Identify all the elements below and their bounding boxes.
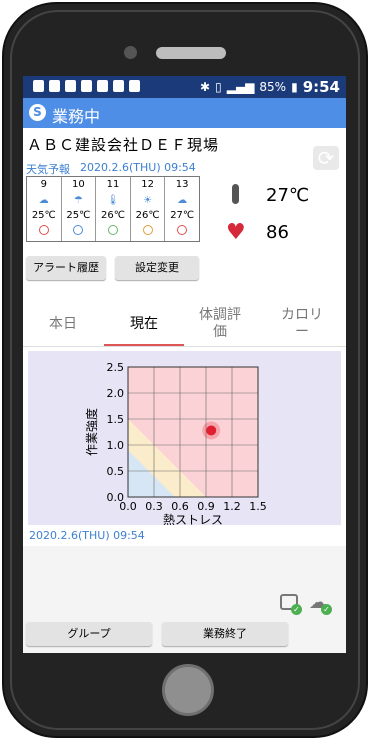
y-tick-label: 2.5: [107, 361, 125, 374]
app-title: 業務中: [52, 107, 101, 126]
cloud-check-icon: ✓: [321, 604, 332, 615]
forecast-table: 9 ☁ 25℃ 10 ☂ 25℃ 11 🌡 26℃ 12 ☀ 26℃ 13 ☁ 27℃: [26, 176, 200, 242]
vibrate-icon: ▯: [215, 80, 222, 94]
warning-icon: [113, 80, 124, 92]
thermometer-icon: 🌡: [106, 195, 120, 206]
forecast-timestamp: 2020.2.6(THU) 09:54: [80, 161, 196, 174]
forecast-day: 13 ☁ 27℃: [165, 177, 199, 241]
group-button[interactable]: グループ: [26, 622, 152, 646]
status-bar: ✱ ▯ ▂▄▆ 85% ▮ 9:54: [23, 76, 346, 98]
message-icon: [33, 80, 44, 92]
y-tick-label: 0.0: [107, 491, 125, 504]
y-tick-label: 2.0: [107, 387, 125, 400]
bluetooth-icon: ✱: [200, 80, 211, 94]
thermometer-icon: [232, 184, 239, 204]
forecast-day-number: 12: [141, 179, 154, 190]
heat-stress-chart: 0.0 0.3 0.6 0.9 1.2 1.50.00.51.01.52.02.5熱ストレ…: [84, 361, 267, 525]
condition-face-icon: [142, 225, 153, 235]
clock: 9:54: [302, 78, 340, 96]
battery-percent: 85%: [259, 80, 287, 94]
front-camera: [124, 46, 137, 59]
x-tick-label: 1.2: [223, 500, 241, 513]
cloud-icon: ☁: [38, 195, 49, 206]
tab-now[interactable]: 現在: [104, 302, 184, 346]
screenshot-icon: [65, 80, 76, 92]
x-tick-label: 0.9: [197, 500, 215, 513]
tab-calorie-label: カロリー: [281, 307, 323, 340]
end-work-button[interactable]: 業務終了: [162, 622, 288, 646]
bottom-panel: ✓ ☁ ✓ グループ 業務終了: [23, 546, 346, 653]
settings-change-button[interactable]: 設定変更: [115, 256, 199, 280]
y-tick-label: 1.5: [107, 413, 125, 426]
wearable-check-icon: ✓: [291, 604, 302, 615]
alert-history-button[interactable]: アラート履歴: [26, 256, 106, 280]
phone-screen: ✱ ▯ ▂▄▆ 85% ▮ 9:54 S 業務中 ＡＢＣ建設会社ＤＥＦ現場 ⟳ …: [23, 76, 346, 653]
forecast-day: 11 🌡 26℃: [96, 177, 131, 241]
y-tick-label: 0.5: [107, 465, 125, 478]
heart-rate-value: 86: [266, 222, 289, 243]
cloud-icon: ☁: [177, 195, 188, 206]
forecast-day: 10 ☂ 25℃: [62, 177, 97, 241]
site-name: ＡＢＣ建設会社ＤＥＦ現場: [27, 136, 220, 154]
card-icon: [129, 80, 140, 92]
notification-icons: [33, 80, 140, 92]
refresh-button[interactable]: ⟳: [313, 146, 339, 170]
shield-icon: [97, 80, 108, 92]
sim-icon: [49, 80, 60, 92]
data-point: [206, 425, 217, 436]
x-axis-label: 熱ストレス: [163, 513, 223, 525]
earpiece-speaker: [156, 47, 226, 59]
umbrella-icon: ☂: [73, 195, 83, 206]
heart-rate-icon: ♥: [226, 220, 246, 245]
chart-timestamp: 2020.2.6(THU) 09:54: [29, 529, 145, 542]
forecast-day: 9 ☁ 25℃: [27, 177, 62, 241]
condition-face-icon: [73, 225, 84, 235]
y-tick-label: 1.0: [107, 439, 125, 452]
tab-bar: 本日 現在 体調評価 カロリー: [23, 302, 346, 347]
forecast-day: 12 ☀ 26℃: [131, 177, 166, 241]
forecast-day-temp: 25℃: [66, 210, 91, 221]
status-right: ✱ ▯ ▂▄▆ 85% ▮ 9:54: [200, 78, 340, 96]
x-tick-label: 0.3: [145, 500, 163, 513]
x-tick-label: 1.5: [249, 500, 267, 513]
home-button[interactable]: [162, 664, 214, 716]
tab-condition[interactable]: 体調評価: [189, 302, 251, 346]
app-logo-icon: S: [29, 104, 46, 121]
forecast-day-temp: 26℃: [101, 210, 125, 221]
sun-icon: ☀: [143, 195, 153, 206]
forecast-day-temp: 26℃: [135, 210, 160, 221]
tab-calorie[interactable]: カロリー: [271, 302, 333, 346]
condition-face-icon: [177, 225, 188, 235]
forecast-label: 天気予報: [26, 163, 70, 176]
forecast-day-number: 13: [175, 179, 189, 190]
forecast-day-number: 10: [72, 179, 85, 190]
refresh-icon: ⟳: [317, 146, 335, 170]
x-tick-label: 0.6: [171, 500, 189, 513]
tab-condition-label: 体調評価: [199, 307, 241, 340]
condition-face-icon: [38, 225, 49, 235]
forecast-day-number: 9: [40, 179, 47, 190]
y-axis-label: 作業強度: [84, 408, 99, 456]
tab-today[interactable]: 本日: [23, 302, 103, 346]
active-tab-indicator: [104, 344, 184, 346]
forecast-day-number: 11: [106, 179, 120, 190]
signal-icon: ▂▄▆: [226, 80, 255, 94]
chart-panel: 0.0 0.3 0.6 0.9 1.2 1.5 0.0 0.5 1.0 1.5 2.0 2.5 熱ストレ…: [28, 351, 341, 525]
battery-icon: ▮: [291, 80, 298, 94]
app-bar: S 業務中: [23, 98, 346, 128]
forecast-day-temp: 25℃: [31, 210, 56, 221]
current-temperature: 27℃: [266, 185, 310, 206]
condition-face-icon: [107, 225, 118, 235]
media-icon: [81, 80, 92, 92]
forecast-day-temp: 27℃: [170, 210, 195, 221]
